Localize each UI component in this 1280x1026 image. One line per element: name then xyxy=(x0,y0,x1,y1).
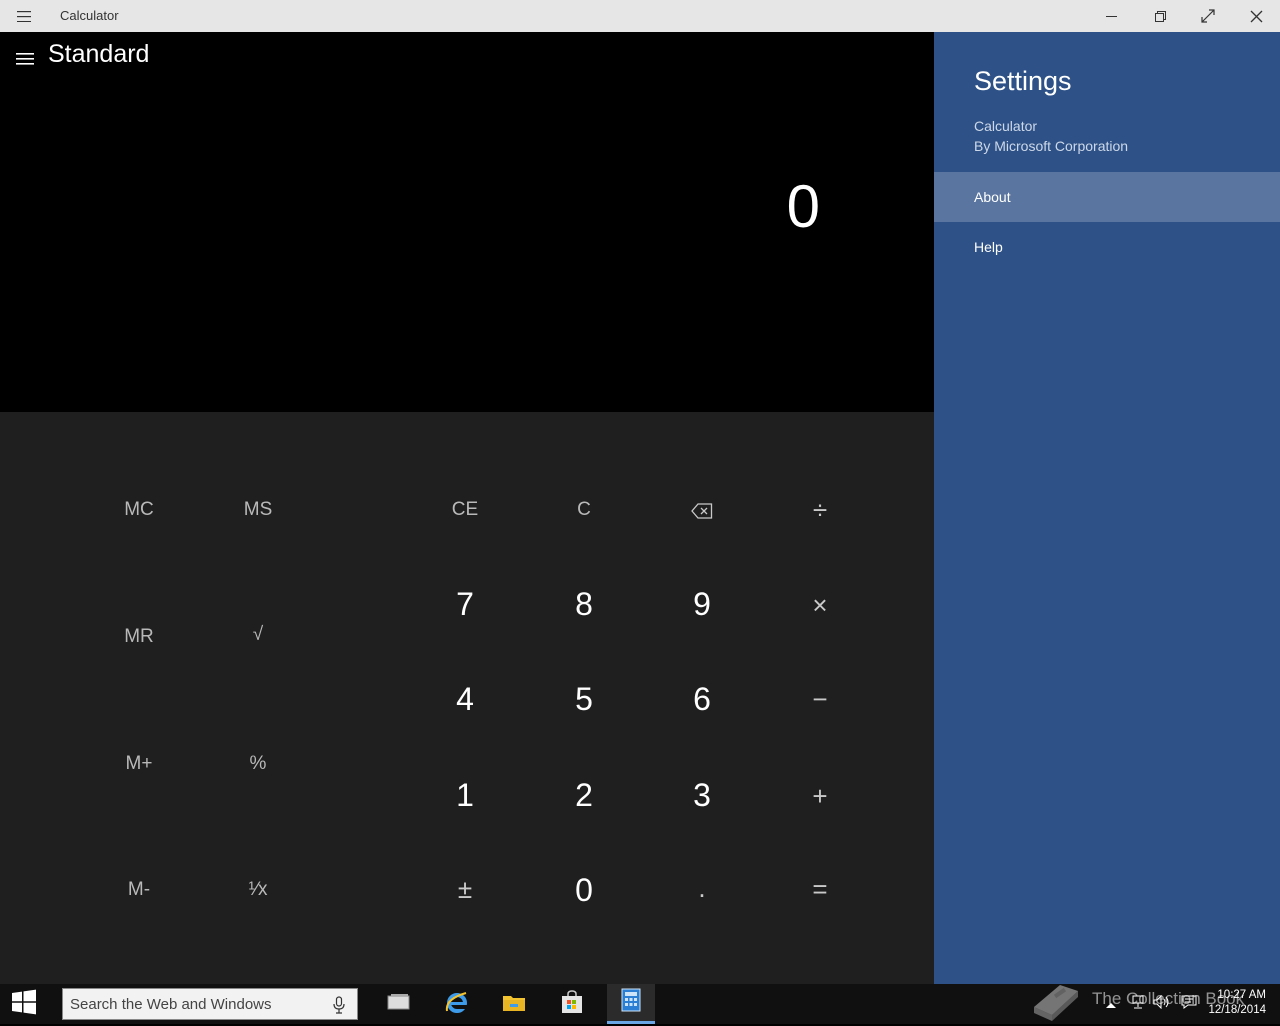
percent-button[interactable]: % xyxy=(208,734,308,794)
show-hidden-icons-button[interactable] xyxy=(1104,984,1118,1024)
negate-button[interactable]: ± xyxy=(415,859,515,919)
calculator-display: Standard 0 xyxy=(0,32,934,412)
keypad: MC MS MR √ M+ % M- ¹⁄x CE C ÷ 7 8 9 × 4 … xyxy=(0,412,934,984)
calculator-icon xyxy=(621,988,641,1017)
decimal-button[interactable]: . xyxy=(652,858,752,918)
settings-title: Settings xyxy=(974,66,1072,96)
divide-button[interactable]: ÷ xyxy=(770,480,870,540)
search-input[interactable] xyxy=(63,989,323,1019)
clear-entry-button[interactable]: CE xyxy=(415,480,515,540)
digit-1-button[interactable]: 1 xyxy=(415,765,515,825)
chevron-up-icon xyxy=(1106,995,1116,1013)
task-view-button[interactable] xyxy=(375,984,423,1024)
memory-clear-button[interactable]: MC xyxy=(89,480,189,540)
digit-6-button[interactable]: 6 xyxy=(652,669,752,729)
menu-icon[interactable] xyxy=(8,0,40,32)
clock-time: 10:27 AM xyxy=(1217,989,1266,1001)
navigation-menu-button[interactable] xyxy=(10,46,40,72)
store-button[interactable] xyxy=(548,984,596,1024)
search-box[interactable] xyxy=(62,988,358,1020)
start-button[interactable] xyxy=(0,984,48,1024)
clear-button[interactable]: C xyxy=(534,480,634,540)
folder-icon xyxy=(502,992,526,1017)
windows-logo-icon xyxy=(11,989,37,1020)
settings-app-name: Calculator xyxy=(974,118,1038,134)
mode-title: Standard xyxy=(48,40,150,68)
memory-recall-button[interactable]: MR xyxy=(89,607,189,667)
action-center-button[interactable] xyxy=(1178,984,1200,1024)
calculator-taskbar-button[interactable] xyxy=(607,984,655,1024)
close-button[interactable] xyxy=(1232,0,1280,32)
settings-pane: Settings Calculator By Microsoft Corpora… xyxy=(934,32,1280,984)
clock[interactable]: 10:27 AM 12/18/2014 xyxy=(1208,988,1266,1018)
backspace-icon xyxy=(691,495,713,526)
digit-0-button[interactable]: 0 xyxy=(534,860,634,920)
backspace-button[interactable] xyxy=(652,480,752,540)
network-icon xyxy=(1130,995,1146,1014)
digit-8-button[interactable]: 8 xyxy=(534,574,634,634)
settings-item-about[interactable]: About xyxy=(934,172,1280,222)
microphone-icon[interactable] xyxy=(331,995,347,1015)
memory-add-button[interactable]: M+ xyxy=(89,734,189,794)
digit-3-button[interactable]: 3 xyxy=(652,765,752,825)
restore-button[interactable] xyxy=(1136,0,1184,32)
digit-7-button[interactable]: 7 xyxy=(415,574,515,634)
reciprocal-button[interactable]: ¹⁄x xyxy=(208,860,308,920)
minimize-button[interactable] xyxy=(1088,0,1136,32)
digit-2-button[interactable]: 2 xyxy=(534,765,634,825)
taskbar: 10:27 AM 12/18/2014 xyxy=(0,984,1280,1024)
equals-button[interactable]: = xyxy=(770,859,870,919)
clock-date: 12/18/2014 xyxy=(1208,1004,1266,1016)
digit-5-button[interactable]: 5 xyxy=(534,669,634,729)
file-explorer-button[interactable] xyxy=(490,984,538,1024)
notification-icon xyxy=(1181,995,1197,1014)
network-button[interactable] xyxy=(1128,984,1148,1024)
title-bar: Calculator xyxy=(0,0,1280,32)
full-screen-button[interactable] xyxy=(1184,0,1232,32)
digit-9-button[interactable]: 9 xyxy=(652,574,752,634)
store-bag-icon xyxy=(561,989,583,1019)
calculator-app: Standard 0 MC MS MR √ M+ % M- ¹⁄x CE C ÷… xyxy=(0,32,934,984)
settings-item-help[interactable]: Help xyxy=(934,222,1280,272)
add-button[interactable]: + xyxy=(770,766,870,826)
result-display: 0 xyxy=(786,173,820,240)
settings-publisher: By Microsoft Corporation xyxy=(974,138,1129,154)
speaker-icon xyxy=(1153,994,1171,1014)
internet-explorer-button[interactable] xyxy=(433,984,481,1024)
volume-button[interactable] xyxy=(1152,984,1172,1024)
window-title: Calculator xyxy=(60,8,119,23)
square-root-button[interactable]: √ xyxy=(208,605,308,665)
memory-store-button[interactable]: MS xyxy=(208,480,308,540)
internet-explorer-icon xyxy=(444,989,470,1020)
subtract-button[interactable]: − xyxy=(770,669,870,729)
digit-4-button[interactable]: 4 xyxy=(415,669,515,729)
task-view-icon xyxy=(387,993,411,1016)
memory-subtract-button[interactable]: M- xyxy=(89,860,189,920)
multiply-button[interactable]: × xyxy=(770,575,870,635)
